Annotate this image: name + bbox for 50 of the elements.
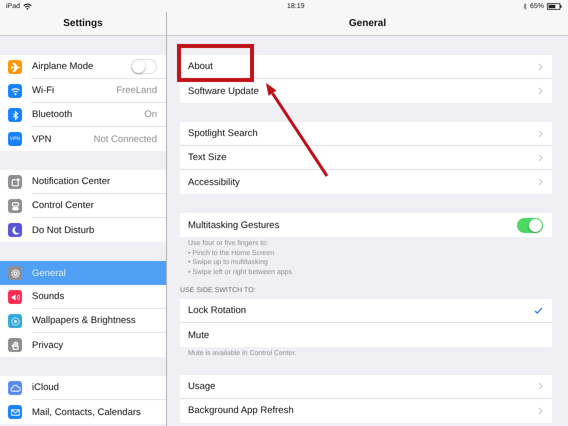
row-label: Multitasking Gestures	[188, 220, 280, 230]
row-label: Accessibility	[188, 176, 240, 188]
chevron-icon	[538, 178, 543, 186]
settings-row[interactable]: Spotlight Search	[180, 122, 552, 146]
settings-row[interactable]: Background App Refresh	[180, 398, 552, 422]
item-label: Wallpapers & Brightness	[32, 315, 136, 326]
page-title: General	[348, 18, 386, 29]
toggle-switch[interactable]	[131, 59, 157, 74]
item-value: Not Connected	[94, 134, 157, 144]
chevron-icon	[538, 382, 543, 390]
item-label: Privacy	[32, 340, 64, 350]
item-label: Mail, Contacts, Calendars	[32, 406, 141, 418]
item-value: FreeLand	[116, 85, 157, 96]
item-label: Bluetooth	[32, 109, 72, 120]
settings-row[interactable]: Software Update	[180, 79, 552, 103]
sidebar-title: Settings	[63, 18, 103, 29]
row-label: Mute	[188, 330, 210, 340]
row-label: Usage	[188, 380, 216, 392]
settings-row[interactable]: Usage	[180, 374, 552, 398]
settings-row[interactable]: Text Size	[180, 146, 552, 170]
chevron-icon	[538, 154, 543, 162]
item-label: Wi-Fi	[32, 85, 54, 96]
item-label: iCloud	[32, 382, 59, 393]
chevron-icon	[538, 130, 543, 138]
item-label: Notification Center	[32, 176, 110, 187]
wifi-signal-icon	[23, 2, 32, 10]
settings-row[interactable]: Mute	[180, 323, 552, 347]
chevron-icon	[538, 62, 543, 70]
toggle-switch[interactable]	[517, 218, 543, 232]
item-label: General	[32, 268, 66, 278]
settings-row[interactable]: Accessibility	[180, 170, 552, 194]
item-label: Airplane Mode	[32, 61, 94, 72]
settings-row[interactable]: About	[180, 55, 552, 79]
bluetooth-status-icon	[522, 2, 527, 10]
row-label: Text Size	[188, 152, 227, 163]
item-value: On	[144, 109, 157, 120]
battery-icon	[547, 2, 562, 10]
chevron-icon	[538, 87, 543, 95]
row-label: About	[188, 61, 213, 72]
settings-row[interactable]: Lock Rotation	[180, 299, 552, 323]
row-label: Background App Refresh	[188, 405, 294, 416]
row-label: Lock Rotation	[188, 305, 246, 316]
chevron-icon	[538, 406, 543, 414]
item-label: Do Not Disturb	[32, 224, 94, 236]
row-label: Spotlight Search	[188, 128, 258, 139]
item-label: VPN	[32, 134, 52, 144]
row-label: Software Update	[188, 86, 259, 96]
item-label: Control Center	[32, 200, 94, 211]
item-label: Sounds	[32, 291, 64, 302]
settings-row[interactable]: Multitasking Gestures	[180, 213, 552, 237]
